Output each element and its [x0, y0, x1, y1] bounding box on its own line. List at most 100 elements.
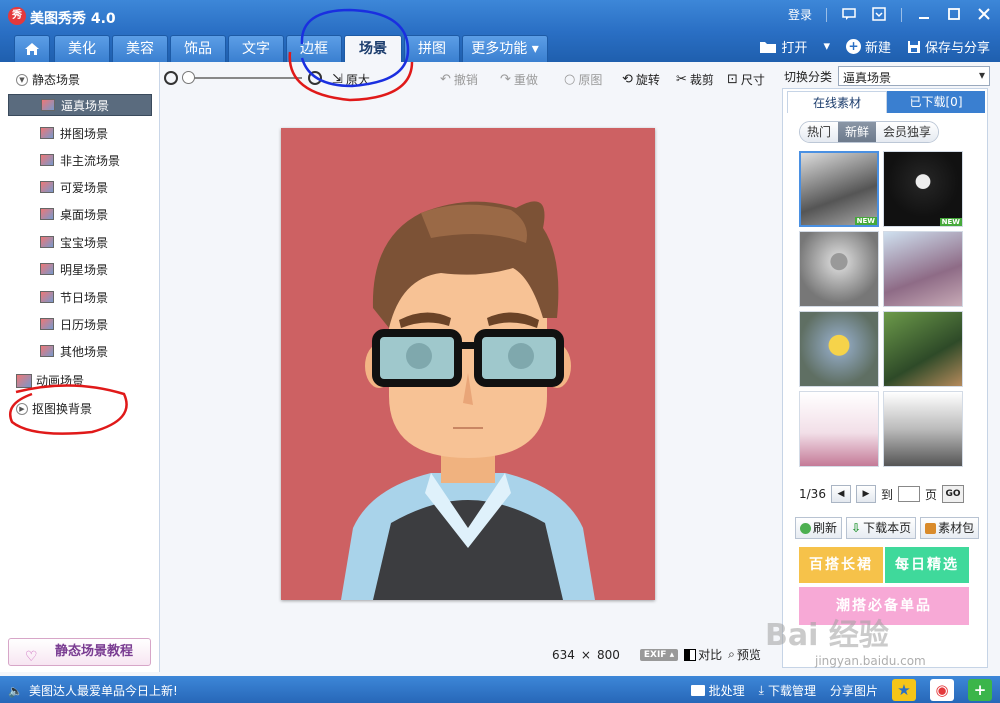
tab-beautify[interactable]: 美化	[54, 35, 110, 62]
crop-button[interactable]: ✂ 裁剪	[676, 71, 714, 88]
compare-icon	[684, 648, 697, 661]
download-manager-button[interactable]: ⤓ 下载管理	[759, 682, 816, 699]
material-pager: 1/36 ◀ ▶ 到 页 GO	[799, 485, 964, 503]
download-page-label: 下载本页	[863, 521, 912, 535]
material-thumbnail[interactable]	[883, 231, 963, 307]
add-button[interactable]: +	[968, 679, 992, 701]
new-button[interactable]: + 新建	[845, 37, 891, 56]
zoom-out-icon[interactable]	[164, 71, 178, 85]
refresh-button[interactable]: 刷新	[795, 517, 843, 539]
login-link[interactable]: 登录	[788, 6, 812, 23]
scene-item-celebrity[interactable]: 明星场景	[8, 258, 152, 280]
scene-item-realistic[interactable]: 逼真场景	[8, 94, 152, 116]
material-thumbnail[interactable]: NEW	[799, 151, 879, 227]
tab-text[interactable]: 文字	[228, 35, 284, 62]
scene-item-alternative[interactable]: 非主流场景	[8, 149, 152, 171]
skin-menu-icon[interactable]	[871, 6, 887, 23]
save-share-button[interactable]: 保存与分享	[907, 37, 990, 56]
material-thumbnail[interactable]	[883, 391, 963, 467]
scene-item-other[interactable]: 其他场景	[8, 340, 152, 362]
close-icon[interactable]	[976, 7, 992, 23]
filter-fresh[interactable]: 新鲜	[838, 122, 877, 142]
star-icon[interactable]: ★	[892, 679, 916, 701]
resize-button[interactable]: ⊡ 尺寸	[727, 71, 765, 88]
next-page-button[interactable]: ▶	[855, 485, 876, 503]
redo-label: 重做	[513, 73, 538, 87]
resize-icon: ⊡	[727, 72, 738, 87]
filter-hot[interactable]: 热门	[800, 122, 839, 142]
page-number-input[interactable]	[897, 486, 920, 502]
open-dropdown-arrow[interactable]: ▾	[823, 39, 830, 54]
weibo-icon[interactable]: ◉	[930, 679, 954, 701]
category-switch-row: 切换分类 逼真场景	[784, 66, 991, 86]
animated-scene-icon	[16, 373, 32, 388]
scene-item-calendar[interactable]: 日历场景	[8, 313, 152, 335]
undo-button[interactable]: ↶ 撤销	[440, 71, 478, 88]
tab-downloaded[interactable]: 已下载[0]	[887, 91, 985, 113]
tab-more-features[interactable]: 更多功能 ▾	[462, 35, 548, 62]
open-button[interactable]: 打开	[759, 37, 807, 56]
material-thumbnail[interactable]	[883, 311, 963, 387]
ad-banner-daily-picks[interactable]: 每日精选	[885, 547, 969, 583]
status-actions: 批处理 ⤓ 下载管理 分享图片 ★ ◉ +	[690, 679, 992, 701]
rotate-button[interactable]: ⟲ 旋转	[622, 71, 660, 88]
preview-button[interactable]: ⌕ 预览	[728, 646, 761, 663]
new-badge: NEW	[939, 218, 962, 226]
tab-home[interactable]	[14, 35, 50, 62]
scene-item-desktop[interactable]: 桌面场景	[8, 203, 152, 225]
animated-scene-group[interactable]: 动画场景	[16, 372, 84, 389]
original-size-button[interactable]: ⇲ 原大	[332, 71, 370, 88]
tab-scene[interactable]: 场景	[344, 35, 402, 62]
material-thumbnail[interactable]	[799, 231, 879, 307]
redo-button[interactable]: ↷ 重做	[500, 71, 538, 88]
resize-label: 尺寸	[740, 73, 765, 87]
minimize-icon[interactable]	[916, 7, 932, 23]
zoom-slider-track[interactable]	[184, 77, 302, 79]
material-thumbnail[interactable]	[799, 391, 879, 467]
compare-button[interactable]: 对比	[684, 646, 722, 663]
tab-face[interactable]: 美容	[112, 35, 168, 62]
cutout-background-label: 抠图换背景	[32, 402, 93, 416]
material-panel: 切换分类 逼真场景 在线素材 已下载[0] 热门 新鲜 会员独享 NEW NEW	[782, 62, 994, 670]
scene-item-baby[interactable]: 宝宝场景	[8, 231, 152, 253]
scene-item-holiday[interactable]: 节日场景	[8, 286, 152, 308]
image-width: 634	[552, 647, 575, 662]
share-image-button[interactable]: 分享图片	[830, 682, 878, 699]
go-button[interactable]: GO	[941, 485, 964, 503]
maximize-icon[interactable]	[946, 7, 962, 23]
material-pack-button[interactable]: 素材包	[920, 517, 980, 539]
tab-collage[interactable]: 拼图	[404, 35, 460, 62]
material-thumbnail[interactable]: NEW	[883, 151, 963, 227]
heart-icon: ♡	[25, 649, 38, 665]
download-page-button[interactable]: ⇩ 下载本页	[846, 517, 917, 539]
zoom-in-icon[interactable]	[308, 71, 322, 85]
ad-banner-long-dress[interactable]: 百搭长裙	[799, 547, 883, 583]
material-thumbnail[interactable]	[799, 311, 879, 387]
cutout-background-group[interactable]: ▶ 抠图换背景	[16, 400, 92, 417]
batch-process-button[interactable]: 批处理	[690, 682, 745, 699]
ad-banner-must-have[interactable]: 潮搭必备单品	[799, 587, 969, 625]
edited-photo[interactable]	[281, 128, 655, 600]
scene-thumb-icon	[40, 154, 54, 166]
filter-member-only[interactable]: 会员独享	[876, 122, 939, 142]
tab-online-material[interactable]: 在线素材	[787, 91, 887, 113]
prev-page-button[interactable]: ◀	[830, 485, 851, 503]
news-ticker[interactable]: 🔈 美图达人最爱单品今日上新!	[8, 682, 178, 699]
tab-frame[interactable]: 边框	[286, 35, 342, 62]
static-scene-group[interactable]: ▼ 静态场景	[16, 71, 80, 88]
static-scene-tutorial-button[interactable]: ♡ 静态场景教程	[8, 638, 151, 666]
original-image-button[interactable]: ○ 原图	[564, 71, 602, 88]
save-icon	[907, 40, 920, 53]
redo-icon: ↷	[500, 72, 511, 87]
scene-item-collage[interactable]: 拼图场景	[8, 122, 152, 144]
original-size-label: 原大	[345, 73, 370, 87]
package-icon	[925, 522, 937, 534]
zoom-slider-handle[interactable]	[182, 71, 195, 84]
category-dropdown[interactable]: 逼真场景	[838, 66, 991, 86]
tab-decor[interactable]: 饰品	[170, 35, 226, 62]
exif-button[interactable]: EXIF ▴	[639, 648, 679, 661]
scene-item-cute[interactable]: 可爱场景	[8, 176, 152, 198]
feedback-icon[interactable]	[841, 7, 857, 23]
tutorial-label: 静态场景教程	[55, 644, 134, 659]
batch-icon	[690, 684, 705, 696]
